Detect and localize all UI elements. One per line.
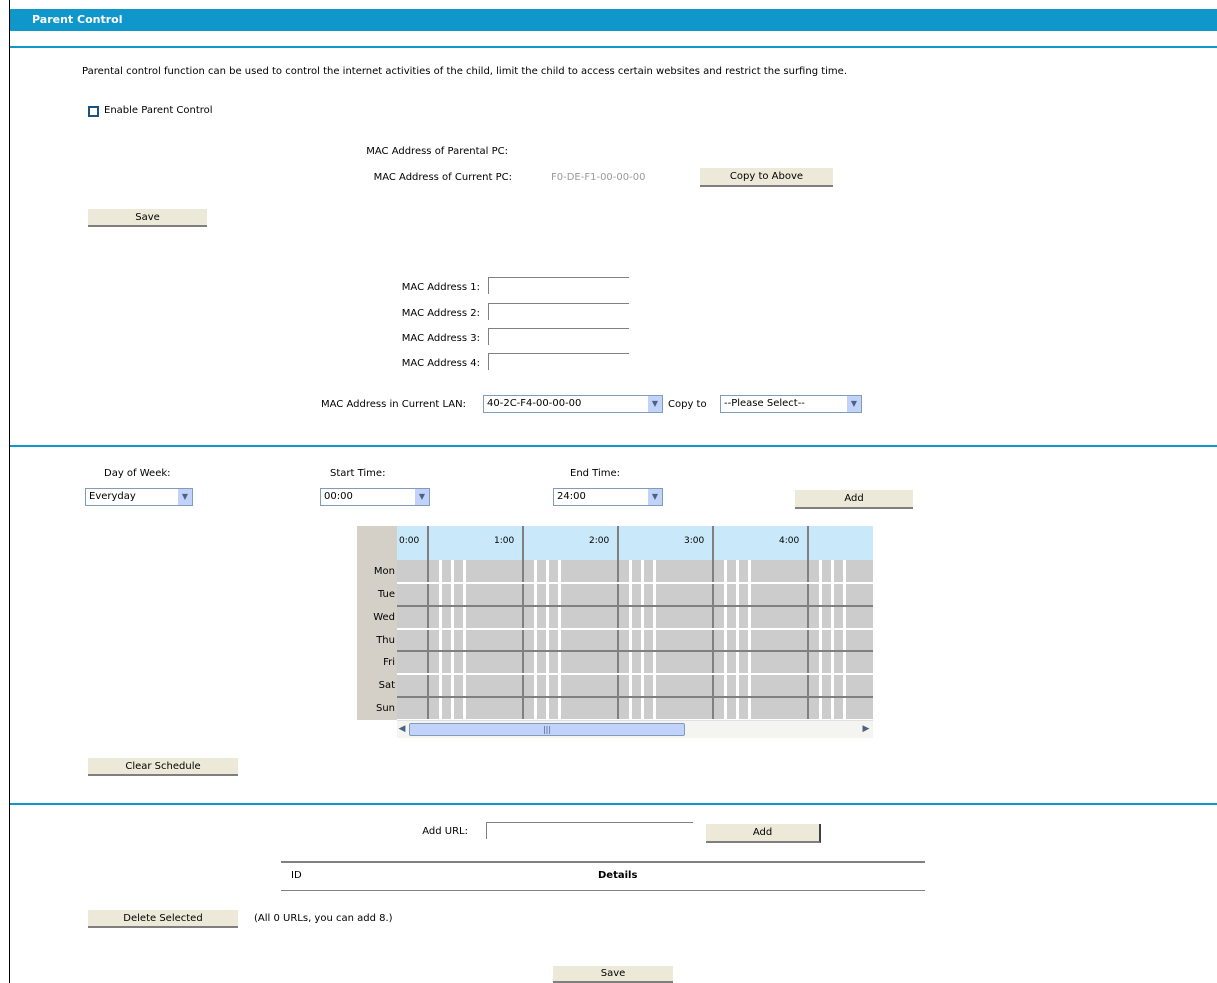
grid-row-line: [397, 604, 873, 607]
chevron-down-icon: ▼: [178, 489, 192, 505]
start-time-select[interactable]: 00:00 ▼: [320, 488, 430, 506]
hour-divider: [712, 526, 714, 560]
copy-to-above-button[interactable]: Copy to Above: [700, 168, 833, 187]
copy-to-label: Copy to: [668, 399, 707, 410]
mac-address-1-input[interactable]: [488, 277, 629, 294]
lan-mac-select[interactable]: 40-2C-F4-00-00-00 ▼: [483, 395, 663, 413]
hour-label: 3:00: [684, 536, 705, 546]
grid-row-line: [397, 581, 873, 584]
parental-pc-mac-label: MAC Address of Parental PC:: [366, 146, 508, 157]
start-time-label: Start Time:: [330, 468, 386, 479]
delete-selected-button[interactable]: Delete Selected: [88, 910, 238, 928]
grid-scrollbar[interactable]: ◀ ||| ▶: [397, 720, 873, 738]
end-time-value: 24:00: [557, 491, 586, 502]
hour-header: 0:001:002:003:004:005:006:007:008:009:00…: [397, 526, 873, 560]
scroll-thumb[interactable]: |||: [409, 723, 685, 736]
hour-divider: [427, 526, 429, 560]
lan-mac-select-value: 40-2C-F4-00-00-00: [487, 398, 582, 409]
day-label: Tue: [377, 588, 395, 600]
end-time-select[interactable]: 24:00 ▼: [553, 488, 663, 506]
save-urls-button[interactable]: Save: [553, 966, 673, 983]
enable-parent-control-label: Enable Parent Control: [104, 105, 213, 116]
hour-divider: [617, 526, 619, 560]
add-schedule-button[interactable]: Add: [795, 490, 913, 509]
add-url-input[interactable]: [486, 822, 693, 839]
divider: [10, 445, 1217, 447]
mac-address-4-input[interactable]: [488, 353, 629, 370]
add-url-button[interactable]: Add: [706, 824, 821, 843]
chevron-down-icon: ▼: [415, 489, 429, 505]
url-table-id-header: ID: [291, 870, 302, 881]
chevron-down-icon: ▼: [648, 396, 662, 412]
save-button[interactable]: Save: [88, 209, 207, 227]
mac-address-2-label: MAC Address 2:: [401, 308, 480, 319]
mac-address-2-input[interactable]: [488, 303, 629, 320]
enable-parent-control-checkbox[interactable]: [88, 106, 99, 117]
end-time-label: End Time:: [570, 468, 621, 479]
hour-divider: [522, 526, 524, 560]
frame-border: [9, 0, 10, 983]
url-table-details-header: Details: [598, 870, 638, 881]
day-label: Wed: [373, 611, 395, 623]
start-time-value: 00:00: [324, 491, 353, 502]
scroll-left-icon[interactable]: ◀: [397, 723, 407, 736]
day-of-week-value: Everyday: [89, 491, 136, 502]
divider: [10, 803, 1217, 805]
grid-row-line: [397, 650, 873, 653]
scroll-right-icon[interactable]: ▶: [861, 723, 871, 736]
day-label: Sat: [378, 680, 395, 692]
current-pc-mac-label: MAC Address of Current PC:: [373, 172, 512, 183]
schedule-grid[interactable]: 0:001:002:003:004:005:006:007:008:009:00…: [357, 526, 873, 738]
clear-schedule-button[interactable]: Clear Schedule: [88, 758, 238, 776]
add-url-label: Add URL:: [422, 826, 468, 837]
hour-label: 0:00: [399, 536, 420, 546]
lan-mac-list-label: MAC Address in Current LAN:: [321, 399, 466, 410]
page-title: Parent Control: [10, 9, 1217, 31]
intro-text: Parental control function can be used to…: [82, 66, 847, 77]
hour-label: 2:00: [589, 536, 610, 546]
mac-address-4-label: MAC Address 4:: [401, 358, 480, 369]
day-of-week-label: Day of Week:: [104, 468, 171, 479]
day-of-week-select[interactable]: Everyday ▼: [85, 488, 193, 506]
hour-divider: [807, 526, 809, 560]
grid-row-line: [397, 627, 873, 630]
day-label: Sun: [375, 703, 395, 715]
url-count-text: (All 0 URLs, you can add 8.): [254, 913, 393, 924]
hour-label: 1:00: [494, 536, 515, 546]
url-table: ID Details: [281, 861, 925, 891]
day-label: Fri: [383, 657, 395, 669]
day-label: Mon: [373, 566, 395, 577]
grid-row-line: [397, 696, 873, 699]
current-pc-mac-value: F0-DE-F1-00-00-00: [551, 172, 646, 183]
copy-to-select[interactable]: --Please Select-- ▼: [720, 395, 862, 413]
hour-label: 4:00: [779, 536, 800, 546]
mac-address-3-input[interactable]: [488, 328, 629, 345]
mac-address-3-label: MAC Address 3:: [401, 333, 480, 344]
chevron-down-icon: ▼: [648, 489, 662, 505]
schedule-cells[interactable]: [397, 560, 873, 721]
day-label: Thu: [376, 634, 395, 646]
chevron-down-icon: ▼: [847, 396, 861, 412]
divider: [10, 46, 1217, 48]
copy-to-select-value: --Please Select--: [724, 398, 805, 409]
mac-address-1-label: MAC Address 1:: [401, 282, 480, 293]
grid-row-line: [397, 673, 873, 676]
